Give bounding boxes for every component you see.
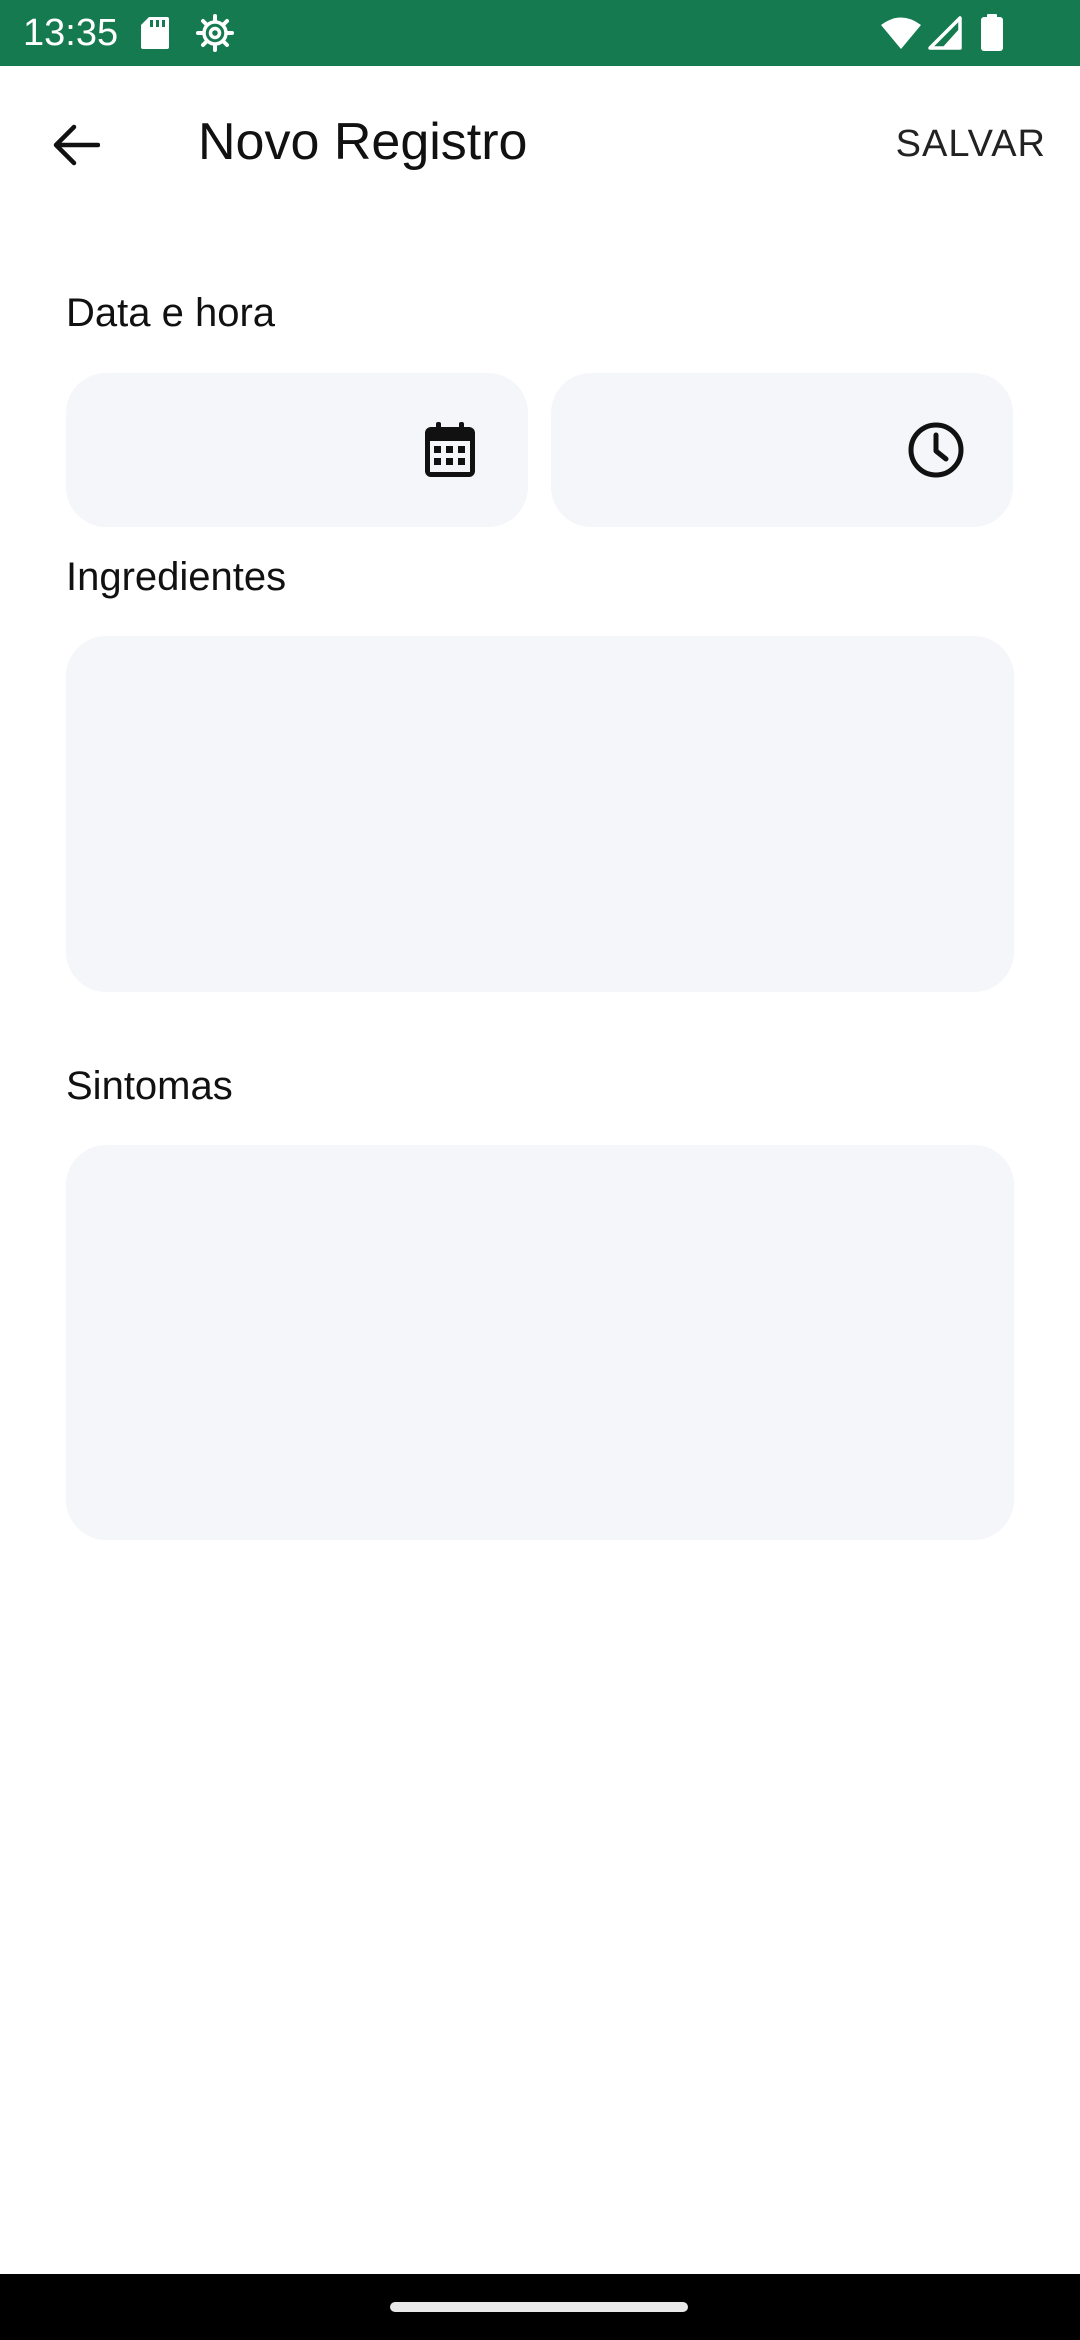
settings-gear-icon	[196, 14, 234, 57]
date-field[interactable]	[66, 373, 528, 527]
toolbar: Novo Registro SALVAR	[0, 66, 1080, 226]
page-title: Novo Registro	[198, 113, 528, 171]
calendar-icon[interactable]	[420, 419, 480, 481]
status-time: 13:35	[23, 12, 119, 54]
symptoms-field[interactable]	[66, 1145, 1014, 1540]
ingredients-field[interactable]	[66, 636, 1014, 992]
home-indicator[interactable]	[390, 2302, 688, 2312]
sd-card-icon	[140, 16, 170, 55]
wifi-icon	[880, 16, 922, 55]
datetime-label: Data e hora	[66, 291, 276, 335]
arrow-back-icon	[52, 123, 101, 172]
save-button[interactable]: SALVAR	[896, 120, 1046, 168]
signal-icon	[928, 16, 962, 55]
status-bar: 13:35	[0, 0, 1080, 66]
symptoms-label: Sintomas	[66, 1064, 233, 1108]
ingredients-label: Ingredientes	[66, 555, 287, 599]
clock-icon[interactable]	[905, 419, 967, 481]
navigation-bar	[0, 2274, 1080, 2340]
back-button[interactable]	[36, 112, 116, 182]
time-field[interactable]	[551, 373, 1013, 527]
battery-icon	[980, 14, 1004, 57]
